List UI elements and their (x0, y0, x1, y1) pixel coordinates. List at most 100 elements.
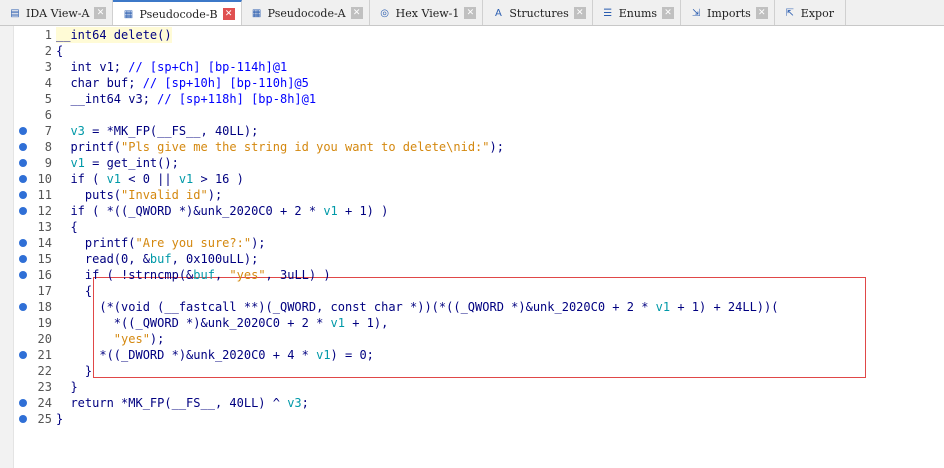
close-icon[interactable]: ✕ (222, 8, 235, 20)
code-token: , 0x100uLL); (171, 252, 259, 266)
code-line[interactable]: 4 char buf; // [sp+10h] [bp-110h]@5 (0, 75, 944, 91)
code-token: < 0 || (121, 172, 179, 186)
tab-hex-view-1[interactable]: ◎ Hex View-1 ✕ (370, 0, 484, 25)
code-line[interactable]: 3 int v1; // [sp+Ch] [bp-114h]@1 (0, 59, 944, 75)
line-number: 5 (44, 92, 52, 106)
code-token: v1 (323, 204, 338, 218)
tab-ida-view-a[interactable]: ▤ IDA View-A ✕ (0, 0, 114, 25)
ida-view-icon: ▤ (10, 7, 20, 19)
pseudocode-editor[interactable]: 1 __int64 delete() 2{3 int v1; // [sp+Ch] … (0, 26, 944, 468)
exports-icon: ⇱ (785, 7, 794, 19)
tab-imports[interactable]: ⇲ Imports ✕ (681, 0, 775, 25)
close-icon[interactable]: ✕ (662, 7, 675, 19)
code-line[interactable]: 7 v3 = *MK_FP(__FS__, 40LL); (0, 123, 944, 139)
code-token: { (56, 220, 78, 234)
code-token: __int64 v3; (56, 92, 158, 106)
line-number: 25 (37, 412, 52, 426)
code-token: // [sp+10h] [bp-110h]@5 (142, 76, 309, 90)
pseudocode-icon: ▦ (251, 7, 262, 19)
code-token: v3 (287, 396, 302, 410)
code-token: + 1) + 24LL))( (670, 300, 779, 314)
code-token: + 1) ) (337, 204, 389, 218)
code-token: v1 (106, 172, 122, 186)
tab-enums[interactable]: ☰ Enums ✕ (593, 0, 682, 25)
code-token: "Are you sure?:" (135, 236, 252, 250)
code-line[interactable]: 20 "yes"); (0, 331, 944, 347)
code-line[interactable]: 16 if ( !strncmp(&buf, "yes", 3uLL) ) (0, 267, 944, 283)
tab-label: Structures (509, 6, 569, 20)
code-token: } (56, 380, 78, 394)
code-token: puts( (56, 188, 122, 202)
tab-structures[interactable]: A Structures ✕ (483, 0, 593, 25)
code-line[interactable]: 5 __int64 v3; // [sp+118h] [bp-8h]@1 (0, 91, 944, 107)
code-text: __int64 delete() (56, 27, 172, 43)
code-line[interactable]: 9 v1 = get_int(); (0, 155, 944, 171)
code-line[interactable]: 13 { (0, 219, 944, 235)
code-text: return *MK_FP(__FS__, 40LL) ^ v3; (56, 395, 308, 411)
code-token: "yes" (229, 268, 266, 282)
code-line[interactable]: 22 } (0, 363, 944, 379)
line-number: 11 (37, 188, 52, 202)
close-icon[interactable]: ✕ (573, 7, 586, 19)
line-number: 17 (37, 284, 52, 298)
close-icon[interactable]: ✕ (350, 7, 363, 19)
tab-expor[interactable]: ⇱ Expor (775, 0, 846, 25)
code-line[interactable]: 2{ (0, 43, 944, 59)
code-text: puts("Invalid id"); (56, 187, 222, 203)
code-token: = *MK_FP(__FS__, 40LL); (84, 124, 259, 138)
code-line[interactable]: 25} (0, 411, 944, 427)
code-line[interactable]: 24 return *MK_FP(__FS__, 40LL) ^ v3; (0, 395, 944, 411)
code-line[interactable]: 23 } (0, 379, 944, 395)
code-line[interactable]: 18 (*(void (__fastcall **)(_QWORD, const… (0, 299, 944, 315)
tab-pseudocode-a[interactable]: ▦ Pseudocode-A ✕ (242, 0, 370, 25)
code-token: __int64 delete() (56, 28, 172, 42)
code-token: if ( (56, 172, 107, 186)
code-line[interactable]: 10 if ( v1 < 0 || v1 > 16 ) (0, 171, 944, 187)
code-token: , 3uLL) ) (265, 268, 331, 282)
code-line[interactable]: 6 (0, 107, 944, 123)
code-line[interactable]: 8 printf("Pls give me the string id you … (0, 139, 944, 155)
enums-icon: ☰ (603, 7, 613, 19)
line-number: 24 (37, 396, 52, 410)
code-line[interactable]: 19 *((_QWORD *)&unk_2020C0 + 2 * v1 + 1)… (0, 315, 944, 331)
code-token: char buf; (56, 76, 143, 90)
code-line[interactable]: 17 { (0, 283, 944, 299)
code-text: "yes"); (56, 331, 165, 347)
code-text: int v1; // [sp+Ch] [bp-114h]@1 (56, 59, 287, 75)
code-line[interactable]: 12 if ( *((_QWORD *)&unk_2020C0 + 2 * v1… (0, 203, 944, 219)
code-token: "yes" (113, 332, 150, 346)
code-line[interactable]: 14 printf("Are you sure?:"); (0, 235, 944, 251)
code-text: if ( *((_QWORD *)&unk_2020C0 + 2 * v1 + … (56, 203, 388, 219)
code-text: v1 = get_int(); (56, 155, 179, 171)
hex-view-icon: ◎ (380, 7, 389, 19)
code-text: read(0, &buf, 0x100uLL); (56, 251, 258, 267)
code-text: if ( v1 < 0 || v1 > 16 ) (56, 171, 243, 187)
code-text: *((_DWORD *)&unk_2020C0 + 4 * v1) = 0; (56, 347, 374, 363)
tab-bar: ▤ IDA View-A ✕ ▦ Pseudocode-B ✕ ▦ Pseudocode-A ✕… (0, 0, 944, 26)
code-token: = get_int(); (84, 156, 179, 170)
line-number: 18 (37, 300, 52, 314)
tab-label: Pseudocode-A (267, 6, 346, 20)
code-line[interactable]: 11 puts("Invalid id"); (0, 187, 944, 203)
line-number: 2 (44, 44, 52, 58)
close-icon[interactable]: ✕ (464, 7, 477, 19)
code-text: printf("Are you sure?:"); (56, 235, 266, 251)
close-icon[interactable]: ✕ (94, 7, 107, 19)
code-text: { (56, 283, 92, 299)
code-token: // [sp+118h] [bp-8h]@1 (157, 92, 317, 106)
code-token: (*(void (__fastcall **)(_QWORD, const ch… (56, 300, 656, 314)
code-token: ); (489, 140, 504, 154)
code-token: v1 (316, 348, 331, 362)
code-token: printf( (56, 140, 122, 154)
code-line[interactable]: 15 read(0, &buf, 0x100uLL); (0, 251, 944, 267)
close-icon[interactable]: ✕ (755, 7, 768, 19)
tab-pseudocode-b[interactable]: ▦ Pseudocode-B ✕ (113, 0, 242, 25)
line-number: 22 (37, 364, 52, 378)
code-line[interactable]: 1 __int64 delete() (0, 27, 944, 43)
code-text: (*(void (__fastcall **)(_QWORD, const ch… (56, 299, 778, 315)
code-line[interactable]: 21 *((_DWORD *)&unk_2020C0 + 4 * v1) = 0… (0, 347, 944, 363)
structures-icon: A (494, 7, 502, 19)
line-number: 21 (37, 348, 52, 362)
code-text: { (56, 219, 78, 235)
imports-icon: ⇲ (691, 7, 701, 19)
